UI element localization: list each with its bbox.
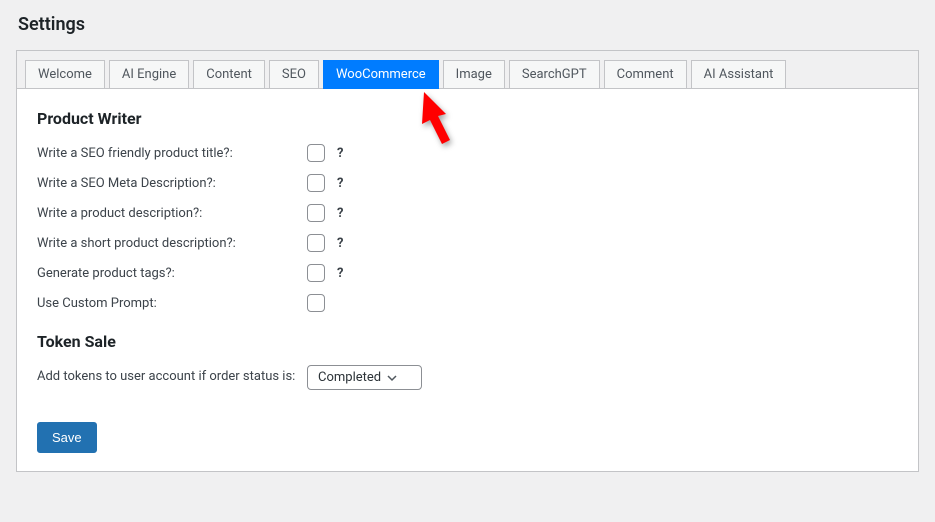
row-product-desc: Write a product description?: ? [37, 202, 898, 224]
row-short-desc: Write a short product description?: ? [37, 232, 898, 254]
tab-content-area: Product Writer Write a SEO friendly prod… [17, 89, 918, 390]
row-token-status: Add tokens to user account if order stat… [37, 365, 898, 390]
row-tags: Generate product tags?: ? [37, 262, 898, 284]
tab-ai-engine[interactable]: AI Engine [109, 60, 189, 89]
row-seo-title: Write a SEO friendly product title?: ? [37, 142, 898, 164]
checkbox-tags[interactable] [307, 264, 325, 282]
label-product-desc: Write a product description?: [37, 206, 307, 221]
row-custom-prompt: Use Custom Prompt: [37, 292, 898, 314]
help-icon[interactable]: ? [337, 146, 343, 161]
checkbox-seo-meta[interactable] [307, 174, 325, 192]
page-title: Settings [0, 0, 935, 35]
tabs-nav: Welcome AI Engine Content SEO WooCommerc… [17, 51, 918, 89]
help-icon[interactable]: ? [337, 176, 343, 191]
label-seo-title: Write a SEO friendly product title?: [37, 146, 307, 161]
checkbox-product-desc[interactable] [307, 204, 325, 222]
section-title-product-writer: Product Writer [37, 109, 898, 128]
section-title-token-sale: Token Sale [37, 332, 898, 351]
tab-searchgpt[interactable]: SearchGPT [509, 60, 600, 89]
help-icon[interactable]: ? [337, 206, 343, 221]
tab-seo[interactable]: SEO [269, 60, 319, 89]
label-tags: Generate product tags?: [37, 266, 307, 281]
tab-woocommerce[interactable]: WooCommerce [323, 60, 439, 89]
save-button[interactable]: Save [37, 422, 97, 453]
label-custom-prompt: Use Custom Prompt: [37, 296, 307, 311]
tab-image[interactable]: Image [443, 60, 505, 89]
tab-ai-assistant[interactable]: AI Assistant [691, 60, 787, 89]
select-order-status[interactable]: Completed [307, 365, 422, 390]
tab-welcome[interactable]: Welcome [25, 60, 105, 89]
label-short-desc: Write a short product description?: [37, 236, 307, 251]
row-seo-meta: Write a SEO Meta Description?: ? [37, 172, 898, 194]
help-icon[interactable]: ? [337, 266, 343, 281]
label-token-status: Add tokens to user account if order stat… [37, 368, 307, 386]
label-seo-meta: Write a SEO Meta Description?: [37, 176, 307, 191]
help-icon[interactable]: ? [337, 236, 343, 251]
section-token-sale: Token Sale Add tokens to user account if… [37, 332, 898, 390]
checkbox-custom-prompt[interactable] [307, 294, 325, 312]
checkbox-short-desc[interactable] [307, 234, 325, 252]
tab-comment[interactable]: Comment [604, 60, 687, 89]
select-value: Completed [318, 370, 381, 385]
chevron-down-icon [387, 373, 397, 383]
settings-panel: Welcome AI Engine Content SEO WooCommerc… [16, 50, 919, 472]
tab-content[interactable]: Content [193, 60, 265, 89]
checkbox-seo-title[interactable] [307, 144, 325, 162]
